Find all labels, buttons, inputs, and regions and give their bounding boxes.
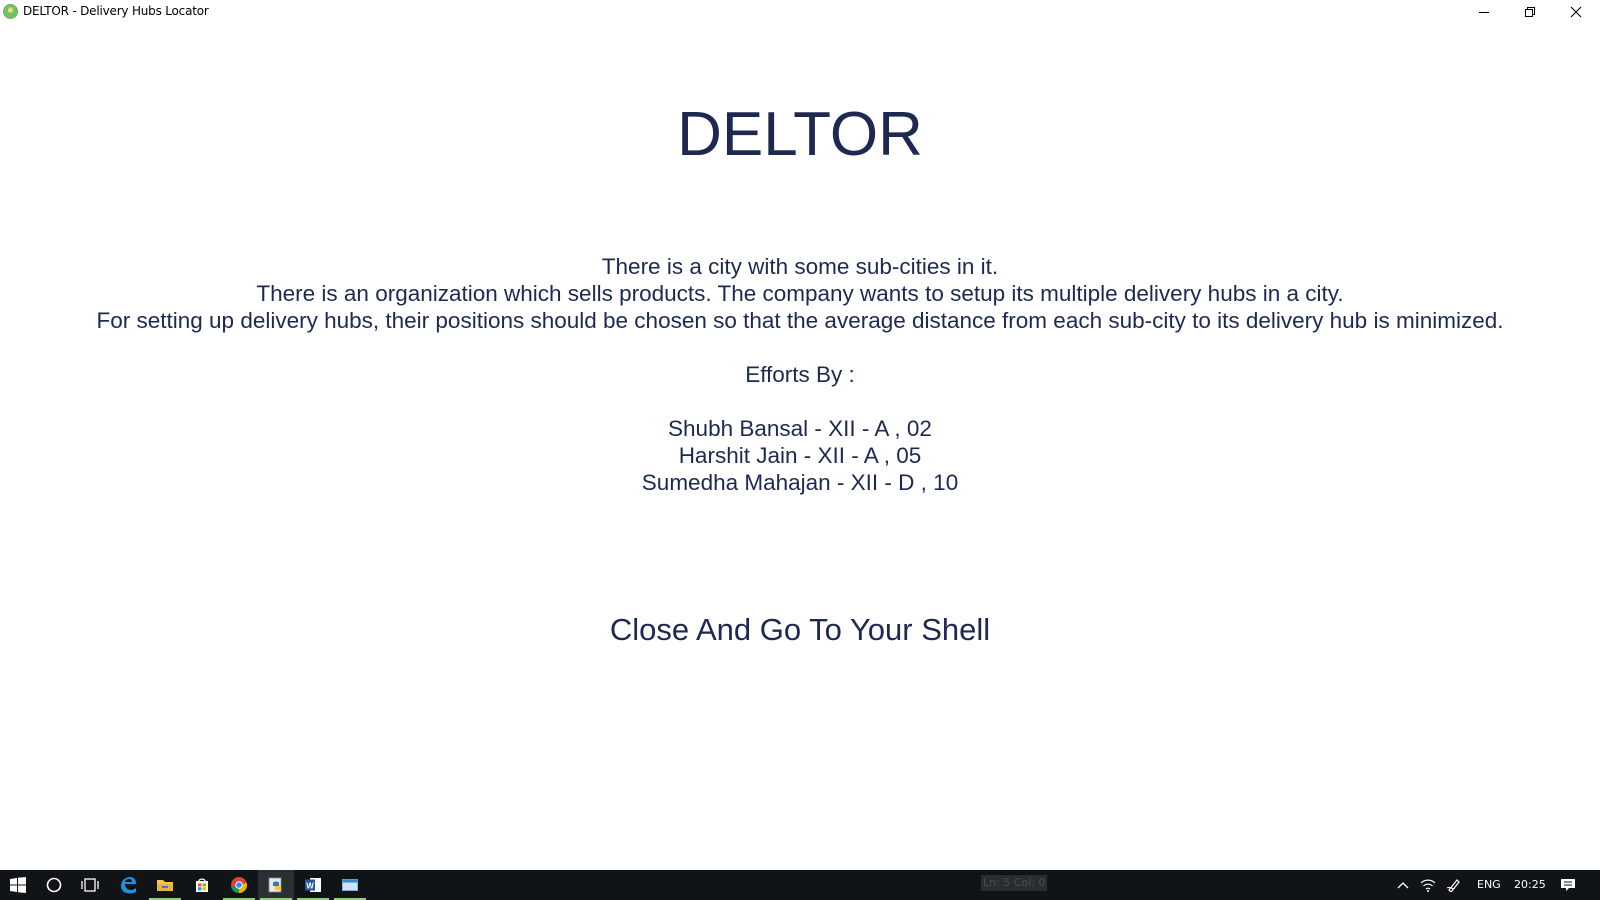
taskbar-app-edge[interactable] — [110, 870, 146, 900]
search-button[interactable] — [36, 870, 72, 900]
word-icon: W — [305, 878, 321, 892]
language-indicator[interactable]: ENG — [1477, 870, 1501, 900]
wifi-icon — [1420, 879, 1436, 892]
member-item: Shubh Bansal - XII - A , 02 — [668, 416, 932, 441]
store-icon — [196, 878, 208, 892]
file-explorer-icon — [157, 880, 173, 891]
clock[interactable]: 20:25 — [1514, 870, 1546, 900]
member-item: Sumedha Mahajan - XII - D , 10 — [641, 470, 959, 495]
svg-text:W: W — [306, 882, 314, 891]
task-view-icon — [81, 878, 99, 892]
search-circle-icon — [46, 877, 62, 893]
taskbar-app-store[interactable] — [184, 870, 220, 900]
member-item: Harshit Jain - XII - A , 05 — [678, 443, 922, 468]
action-center-button[interactable] — [1556, 870, 1580, 900]
taskbar-app-file-explorer[interactable] — [147, 870, 183, 900]
chrome-icon — [231, 877, 248, 894]
efforts-label: Efforts By : — [745, 362, 855, 387]
page-title: DELTOR — [677, 100, 923, 169]
editor-status-text: Ln: 5 Col: 0 — [981, 875, 1048, 891]
taskbar-app-window[interactable] — [332, 870, 368, 900]
taskbar-app-chrome[interactable] — [221, 870, 257, 900]
edge-browser-icon — [121, 877, 136, 894]
chevron-up-icon — [1397, 882, 1409, 889]
pen-workspace-button[interactable] — [1442, 870, 1466, 900]
task-view-button[interactable] — [72, 870, 108, 900]
description-line: There is a city with some sub-cities in … — [601, 254, 999, 279]
start-button[interactable] — [0, 870, 36, 900]
description-line: There is an organization which sells pro… — [256, 281, 1344, 306]
show-hidden-icons-button[interactable] — [1391, 870, 1415, 900]
close-and-go-to-shell-button[interactable]: Close And Go To Your Shell — [560, 608, 1040, 652]
windows-start-icon — [10, 877, 26, 893]
members-list: Shubh Bansal - XII - A , 02 Harshit Jain… — [0, 415, 1600, 496]
taskbar: W — [0, 870, 1600, 900]
description: There is a city with some sub-cities in … — [0, 253, 1600, 334]
description-line: For setting up delivery hubs, their posi… — [96, 308, 1504, 333]
pen-icon — [1446, 879, 1460, 892]
taskbar-app-word[interactable]: W — [295, 870, 331, 900]
app-window-icon — [342, 879, 358, 891]
network-button[interactable] — [1416, 870, 1440, 900]
main-content: DELTOR There is a city with some sub-cit… — [0, 0, 1600, 870]
notification-icon — [1561, 879, 1575, 891]
python-idle-icon — [268, 877, 282, 893]
taskbar-app-python[interactable] — [258, 870, 294, 900]
app-window: DELTOR - Delivery Hubs Locator DELTOR Th… — [0, 0, 1600, 870]
